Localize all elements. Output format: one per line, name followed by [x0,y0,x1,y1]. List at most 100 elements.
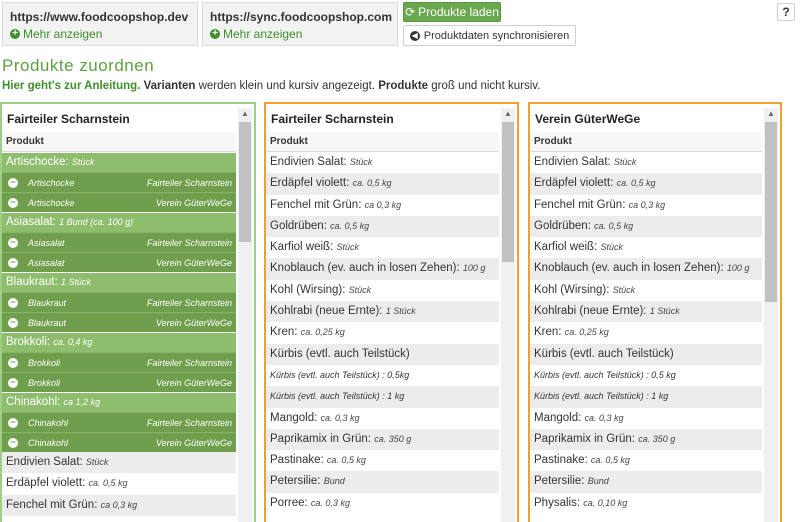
product-row[interactable]: Porree: ca. 0,3 kg [266,493,499,514]
product-row[interactable]: Kren: ca. 0,25 kg [266,322,499,343]
product-name: Endivien Salat: [270,156,347,168]
remove-mapping-icon[interactable]: − [8,237,18,248]
question-icon: ? [782,5,790,19]
arrow-circle-icon: ◀ [409,30,420,41]
product-row[interactable]: Knoblauch (ev. auch in losen Zehen): 100… [266,258,499,280]
product-row[interactable]: Kren: ca. 0,25 kg [530,322,762,343]
mapped-product-group: Chinakohl: ca 1,2 kg − Chinakohl Fairteiler… [2,392,236,452]
remove-mapping-icon[interactable]: − [8,197,18,208]
product-row[interactable]: Mangold: ca. 0,3 kg [530,408,762,429]
mapped-product-title[interactable]: Artischocke: Stück [2,153,236,172]
product-row[interactable]: Kohlrabi (neue Ernte): 1 Stück [266,301,499,323]
remove-mapping-icon[interactable]: − [8,377,18,388]
scrollbar[interactable]: ▲ [764,108,778,522]
product-unit: 1 Stück [60,277,91,287]
manual-link[interactable]: Hier geht's zur Anleitung. [2,80,140,92]
product-name: Endivien Salat: [534,156,611,168]
column-header-product[interactable]: Produkt [2,132,236,152]
product-name: Kren: [534,326,562,339]
product-row[interactable]: Karfiol weiß: Stück [530,237,762,258]
product-row[interactable]: Fenchel mit Grün: ca 0,3 kg [2,494,236,516]
product-row[interactable]: Erdäpfel violett: ca. 0,5 kg [530,173,762,195]
shop-box-local: https://www.foodcoopshop.dev + Mehr anze… [2,2,198,46]
sync-product-data-button[interactable]: ◀ Produktdaten synchronisieren [403,25,576,46]
product-row[interactable]: Kürbis (evtl. auch Teilstück) [530,343,762,365]
product-unit: ca. 0,5 kg [326,455,366,466]
scroll-up-icon[interactable]: ▲ [764,108,778,120]
product-name: Erdäpfel violett: [534,177,614,190]
product-list: Artischocke: Stück − Artischocke Fairteiler… [2,152,236,516]
product-row[interactable]: Knoblauch (ev. auch in losen Zehen): 100… [530,258,762,280]
variant-row[interactable]: Kürbis (evtl. auch Teilstück) : 1 kg [530,386,762,408]
column-header-product[interactable]: Produkt [266,132,499,152]
mapped-variant-name: Brokkoli [28,357,61,368]
mapped-variant-name: Blaukraut [28,317,67,328]
product-row[interactable]: Petersilie: Bund [266,471,499,493]
scrollbar[interactable]: ▲ [501,108,515,522]
product-row[interactable]: Endivien Salat: Stück [530,152,762,173]
remove-mapping-icon[interactable]: − [8,257,18,268]
intro-variants: Varianten [143,80,196,92]
product-name: Erdäpfel violett: [270,177,350,190]
mapped-variant-name: Chinakohl [28,437,69,448]
product-name: Kürbis (evtl. auch Teilstück) : 0,5 kg [534,369,676,380]
mapped-product-title[interactable]: Chinakohl: ca 1,2 kg [2,393,236,412]
product-row[interactable]: Erdäpfel violett: ca. 0,5 kg [2,473,236,494]
product-name: Artischocke: [6,156,69,168]
product-row[interactable]: Paprikamix in Grün: ca. 350 g [266,428,499,451]
remove-mapping-icon[interactable]: − [8,417,18,428]
mapped-shop-name: Fairteiler Scharnstein [146,417,232,428]
scroll-up-icon[interactable]: ▲ [501,108,515,120]
product-row[interactable]: Fenchel mit Grün: ca 0,3 kg [266,195,499,216]
scroll-up-icon[interactable]: ▲ [238,108,252,120]
product-row[interactable]: Goldrüben: ca. 0,5 kg [266,215,499,238]
product-row[interactable]: Goldrüben: ca. 0,5 kg [530,215,762,238]
product-row[interactable]: Karfiol weiß: Stück [266,237,499,258]
product-name: Kürbis (evtl. auch Teilstück) : 1 kg [270,391,405,402]
product-row[interactable]: Kürbis (evtl. auch Teilstück) [266,343,499,365]
product-row[interactable]: Mangold: ca. 0,3 kg [266,408,499,429]
product-row[interactable]: Pastinake: ca. 0,5 kg [530,450,762,471]
variant-row[interactable]: Kürbis (evtl. auch Teilstück) : 0,5kg [266,365,499,386]
product-row[interactable]: Kohlrabi (neue Ernte): 1 Stück [530,301,762,323]
show-more-link[interactable]: + Mehr anzeigen [10,27,190,41]
remove-mapping-icon[interactable]: − [8,357,18,368]
product-row[interactable]: Pastinake: ca. 0,5 kg [266,450,499,471]
scroll-thumb[interactable] [765,122,777,302]
remove-mapping-icon[interactable]: − [8,317,18,328]
product-row[interactable]: Erdäpfel violett: ca. 0,5 kg [266,173,499,195]
intro-text-1: werden klein und kursiv angezeigt. [195,80,379,92]
mapped-shop-name: Fairteiler Scharnstein [146,237,232,248]
product-name: Asiasalat: [6,216,56,228]
mapped-product-title[interactable]: Brokkoli: ca. 0,4 kg [2,333,236,352]
mapped-product-title[interactable]: Blaukraut: 1 Stück [2,273,236,292]
panel-local-products: Fairteiler Scharnstein Produkt Artischoc… [0,102,256,522]
product-row[interactable]: Paprikamix in Grün: ca. 350 g [530,428,762,451]
remove-mapping-icon[interactable]: − [8,297,18,308]
load-products-button[interactable]: ⟳ Produkte laden [403,2,501,22]
product-unit: Stück [71,157,95,167]
mapped-product-title[interactable]: Asiasalat: 1 Bund (ca. 100 g) [2,213,236,232]
product-row[interactable]: Endivien Salat: Stück [266,152,499,173]
mapped-variant-name: Asiasalat [28,237,65,248]
column-header-product[interactable]: Produkt [530,132,762,152]
product-name: Petersilie: [534,475,585,488]
product-row[interactable]: Petersilie: Bund [530,471,762,493]
show-more-link[interactable]: + Mehr anzeigen [210,27,390,41]
product-row[interactable]: Fenchel mit Grün: ca 0,3 kg [530,195,762,216]
variant-row[interactable]: Kürbis (evtl. auch Teilstück) : 0,5 kg [530,365,762,386]
product-row[interactable]: Kohl (Wirsing): Stück [530,280,762,301]
scrollbar[interactable]: ▲ [238,108,252,522]
product-name: Paprikamix in Grün: [534,432,635,445]
product-row[interactable]: Kohl (Wirsing): Stück [266,280,499,301]
product-name: Kohl (Wirsing): [270,283,346,296]
remove-mapping-icon[interactable]: − [8,437,18,448]
variant-row[interactable]: Kürbis (evtl. auch Teilstück) : 1 kg [266,386,499,408]
product-row[interactable]: Physalis: ca. 0,10 kg [530,493,762,514]
scroll-thumb[interactable] [239,122,251,242]
product-unit: ca. 0,3 kg [310,497,350,508]
product-row[interactable]: Endivien Salat: Stück [2,452,236,474]
help-button[interactable]: ? [777,3,795,21]
scroll-thumb[interactable] [502,122,514,262]
remove-mapping-icon[interactable]: − [8,177,18,188]
